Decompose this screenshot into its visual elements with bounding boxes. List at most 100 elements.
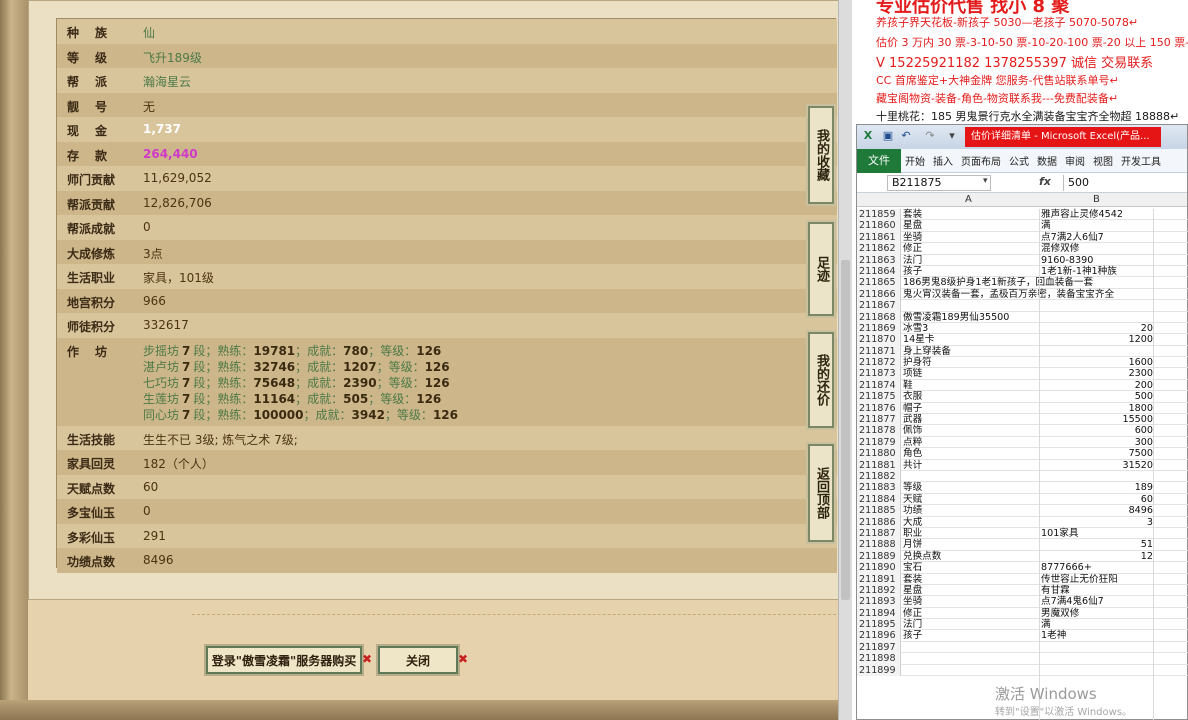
sheet-row[interactable]: 211859 套装 雅声容止灵修4542 xyxy=(857,209,1188,221)
cell-b[interactable]: 600 xyxy=(1135,425,1153,436)
cell-b[interactable]: 12 xyxy=(1141,551,1153,562)
cell-a[interactable]: 身上穿装备 xyxy=(903,346,951,357)
sheet-row[interactable]: 211885 功绩 8496 xyxy=(857,505,1188,517)
cell-b[interactable]: 传世容止无价狂阳 xyxy=(1041,574,1118,585)
row-number[interactable]: 211892 xyxy=(857,584,901,597)
cell-a[interactable]: 孩子 xyxy=(903,630,922,641)
page-scrollbar[interactable] xyxy=(838,0,852,720)
row-number[interactable]: 211893 xyxy=(857,596,901,608)
cell-a[interactable]: 186男鬼8级护身1老1新孩子，回血装备一套 xyxy=(903,277,1093,288)
cell-b[interactable]: 1老1新-1神1种族 xyxy=(1041,266,1117,277)
back-to-top-button[interactable]: 返回顶部 xyxy=(808,444,834,542)
cell-a[interactable]: 项链 xyxy=(903,368,922,379)
row-number[interactable]: 211877 xyxy=(857,414,901,426)
column-b-header[interactable]: B xyxy=(1093,194,1100,205)
sheet-row[interactable]: 211875 衣服 500 xyxy=(857,391,1188,403)
cell-a[interactable]: 坐骑 xyxy=(903,232,922,243)
spreadsheet-grid[interactable]: 211859 套装 雅声容止灵修4542 211860 星盘满 211861 坐骑 点7满2人… xyxy=(857,209,1188,677)
row-number[interactable]: 211859 xyxy=(857,209,901,221)
cell-a[interactable]: 帽子 xyxy=(903,403,922,414)
sheet-row[interactable]: 211887 职业 101家具 xyxy=(857,527,1188,540)
row-number[interactable]: 211896 xyxy=(857,630,901,642)
name-box[interactable]: B211875 xyxy=(887,175,991,191)
cell-b[interactable]: 9160-8390 xyxy=(1041,255,1093,266)
quick-access-menu-icon[interactable]: ▾ xyxy=(945,129,959,143)
cell-b[interactable]: 有甘霖 xyxy=(1041,585,1070,596)
cell-a[interactable]: 星盘 xyxy=(903,585,922,596)
row-number[interactable]: 211885 xyxy=(857,505,901,517)
row-number[interactable]: 211862 xyxy=(857,243,901,255)
sheet-row[interactable]: 211869 冰雪3 20 xyxy=(857,322,1188,335)
tab-home[interactable]: 开始 xyxy=(901,153,929,168)
sheet-row[interactable]: 211876 帽子 1800 xyxy=(857,402,1188,415)
cell-a[interactable]: 14星卡 xyxy=(903,334,934,345)
cell-a[interactable]: 佩饰 xyxy=(903,425,922,436)
row-number[interactable]: 211869 xyxy=(857,322,901,335)
cell-b[interactable]: 1800 xyxy=(1129,403,1153,414)
cell-b[interactable]: 点7满4鬼6仙7 xyxy=(1041,596,1104,607)
row-number[interactable]: 211865 xyxy=(857,277,901,289)
footprint-button[interactable]: 足迹 xyxy=(808,222,834,316)
cell-a[interactable]: 修正 xyxy=(903,243,922,254)
sheet-row[interactable]: 211889 兑换点数 12 xyxy=(857,550,1188,563)
cell-a[interactable]: 宝石 xyxy=(903,562,922,573)
cell-a[interactable]: 天赋 xyxy=(903,494,922,505)
tab-view[interactable]: 视图 xyxy=(1089,153,1117,168)
sheet-row[interactable]: 211868 傲雪凌霜189男仙35500 xyxy=(857,311,1188,323)
cell-b[interactable]: 点7满2人6仙7 xyxy=(1041,232,1104,243)
row-number[interactable]: 211867 xyxy=(857,300,901,312)
cell-b[interactable]: 1老神 xyxy=(1041,630,1066,641)
sheet-row[interactable]: 211866 鬼火宵汉装备一套，孟极百万亲密，装备宝宝齐全 xyxy=(857,288,1188,301)
cell-a[interactable]: 鬼火宵汉装备一套，孟极百万亲密，装备宝宝齐全 xyxy=(903,289,1114,300)
cell-a[interactable]: 功绩 xyxy=(903,505,922,516)
row-number[interactable]: 211898 xyxy=(857,653,901,665)
cell-a[interactable]: 点粹 xyxy=(903,437,922,448)
row-number[interactable]: 211883 xyxy=(857,482,901,494)
row-number[interactable]: 211887 xyxy=(857,527,901,540)
row-number[interactable]: 211879 xyxy=(857,436,901,449)
scrollbar-thumb[interactable] xyxy=(841,260,850,600)
cell-b[interactable]: 男魔双修 xyxy=(1041,608,1079,619)
login-buy-button[interactable]: 登录"傲雪凌霜"服务器购买 xyxy=(206,646,362,674)
cell-b[interactable]: 7500 xyxy=(1129,448,1153,459)
cell-a[interactable]: 星盘 xyxy=(903,220,922,231)
close-button[interactable]: 关闭 xyxy=(378,646,458,674)
cell-a[interactable]: 职业 xyxy=(903,528,922,539)
row-number[interactable]: 211880 xyxy=(857,448,901,460)
cell-b[interactable]: 101家具 xyxy=(1041,528,1079,539)
cell-b[interactable]: 20 xyxy=(1141,323,1153,334)
row-number[interactable]: 211891 xyxy=(857,573,901,585)
sheet-row[interactable]: 211898 xyxy=(857,653,1188,665)
row-number[interactable]: 211899 xyxy=(857,664,901,677)
cell-a[interactable]: 鞋 xyxy=(903,380,913,391)
sheet-row[interactable]: 211872 护身符 1600 xyxy=(857,357,1188,369)
row-number[interactable]: 211873 xyxy=(857,368,901,380)
cell-a[interactable]: 武器 xyxy=(903,414,922,425)
row-number[interactable]: 211881 xyxy=(857,459,901,471)
sheet-row[interactable]: 211865 186男鬼8级护身1老1新孩子，回血装备一套 xyxy=(857,277,1188,289)
cell-b[interactable]: 混修双修 xyxy=(1041,243,1079,254)
sheet-row[interactable]: 211882 xyxy=(857,470,1188,483)
sheet-row[interactable]: 211880 角色 7500 xyxy=(857,448,1188,460)
row-number[interactable]: 211876 xyxy=(857,402,901,415)
cell-b[interactable]: 51 xyxy=(1141,539,1153,550)
cell-b[interactable]: 500 xyxy=(1135,391,1153,402)
cell-b[interactable]: 189 xyxy=(1135,482,1153,493)
cell-a[interactable]: 月饼 xyxy=(903,539,922,550)
function-icon[interactable]: fx xyxy=(1039,175,1051,188)
row-number[interactable]: 211878 xyxy=(857,425,901,437)
cell-b[interactable]: 8777666+ xyxy=(1041,562,1092,573)
cell-b[interactable]: 8496 xyxy=(1129,505,1153,516)
cell-b[interactable]: 满 xyxy=(1041,619,1051,630)
tab-review[interactable]: 审阅 xyxy=(1061,153,1089,168)
formula-input[interactable]: 500 xyxy=(1063,175,1187,191)
cell-b[interactable]: 满 xyxy=(1041,220,1051,231)
sheet-row[interactable]: 211888 月饼 51 xyxy=(857,539,1188,551)
namebox-dropdown-icon[interactable]: ▾ xyxy=(983,176,988,186)
cell-a[interactable]: 修正 xyxy=(903,608,922,619)
cell-b[interactable]: 雅声容止灵修4542 xyxy=(1041,209,1123,220)
cell-a[interactable]: 冰雪3 xyxy=(903,323,928,334)
sheet-row[interactable]: 211860 星盘 满 xyxy=(857,220,1188,232)
redo-icon[interactable]: ↷ xyxy=(923,129,937,143)
undo-icon[interactable]: ↶ xyxy=(899,129,913,143)
